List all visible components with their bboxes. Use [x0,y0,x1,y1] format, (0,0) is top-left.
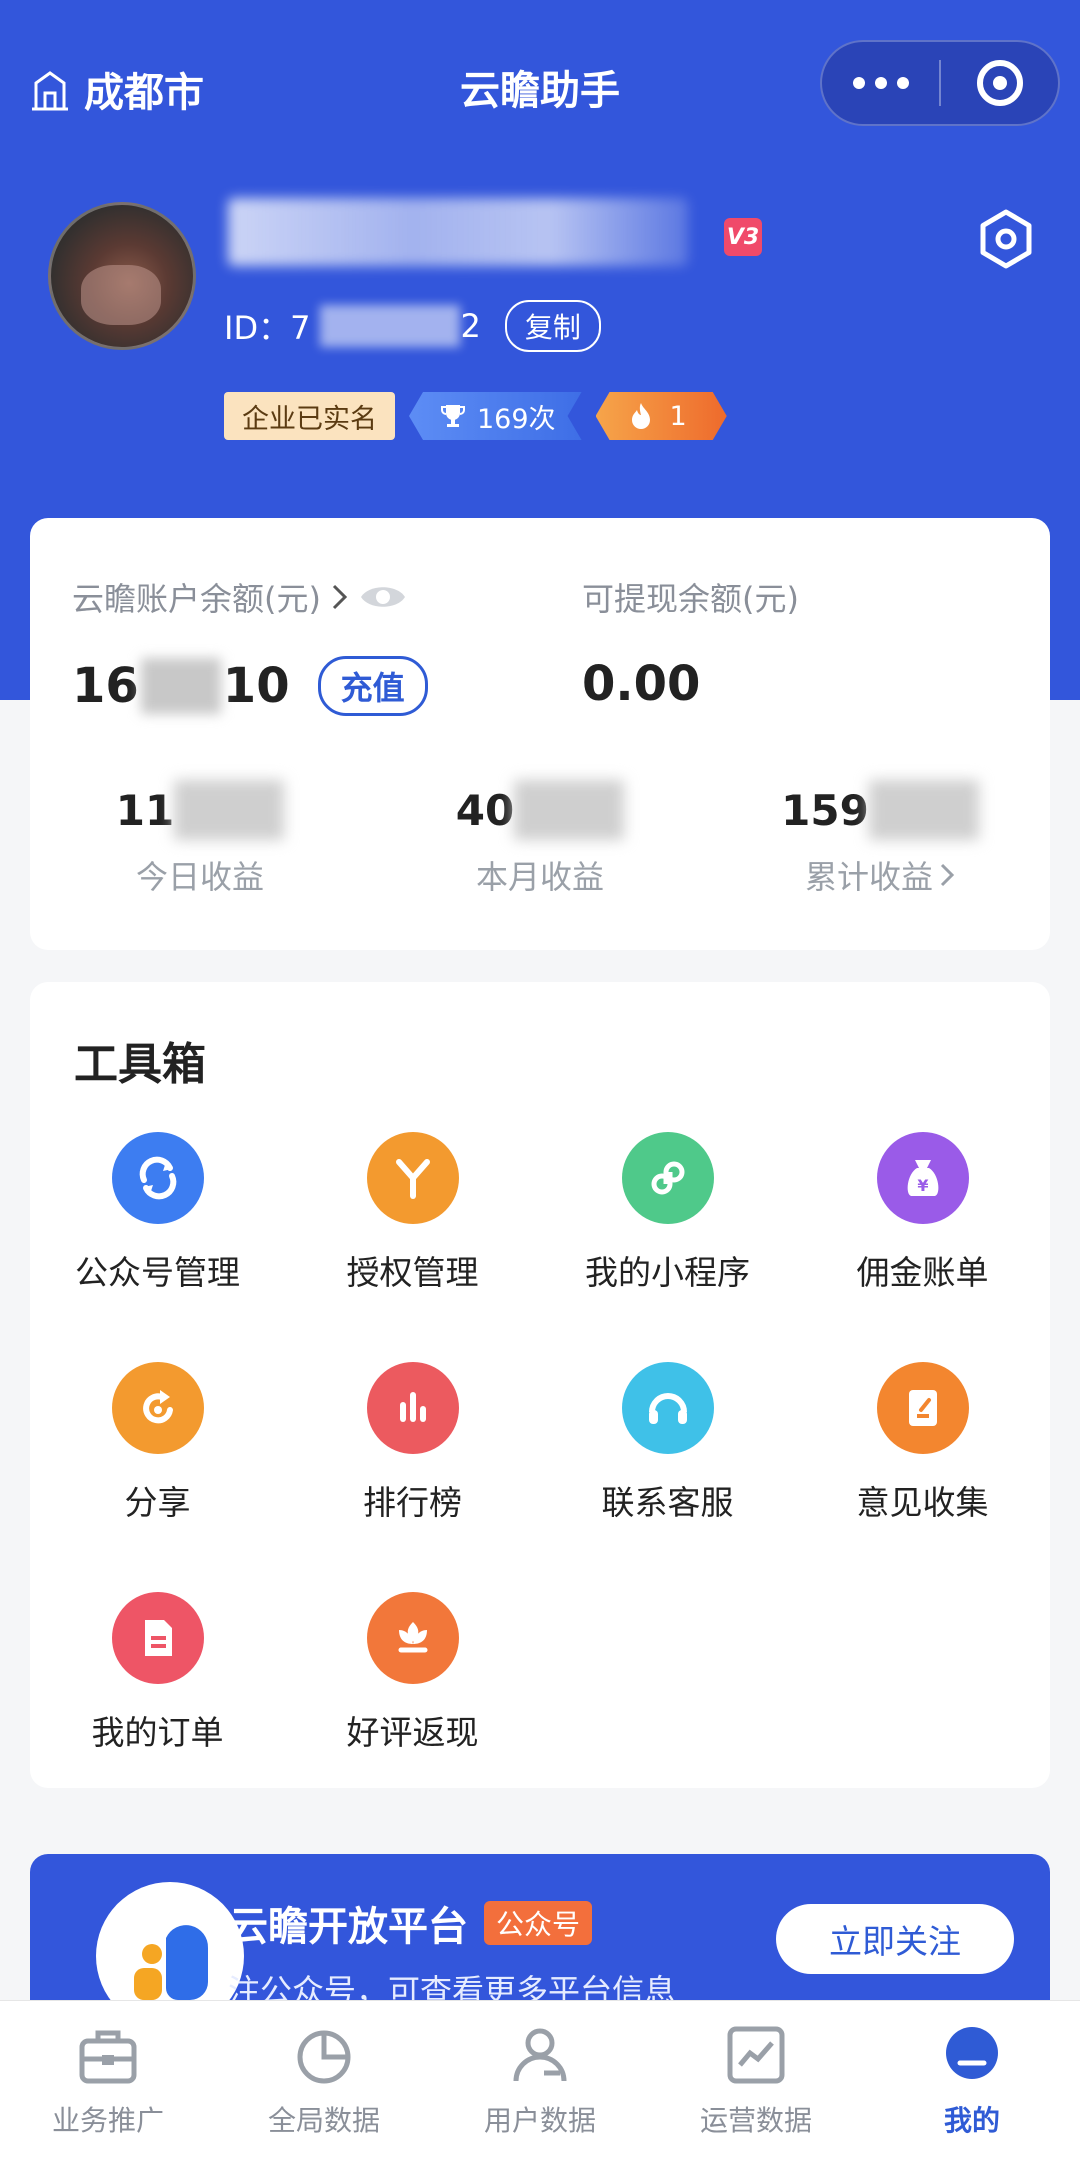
stat-month: 40 本月收益 [370,780,710,898]
money-bag-icon: ¥ [876,1132,969,1224]
username-blurred [228,198,688,266]
share-icon [111,1362,204,1454]
ranking-icon [366,1362,459,1454]
trophy-count: 169次 [477,403,556,435]
profile-tags: 企业已实名 169次 1 [224,392,727,440]
pie-chart-icon [297,2030,351,2084]
tool-ranking[interactable]: 排行榜 [285,1362,540,1524]
feedback-icon [876,1362,969,1454]
tool-orders[interactable]: 我的订单 [30,1592,285,1754]
value-blurred [174,780,285,840]
user-id-suffix: 2 [460,307,481,345]
tool-mini-program[interactable]: 我的小程序 [540,1132,795,1294]
order-icon [111,1592,204,1684]
fire-count: 1 [669,400,687,432]
mini-program-capsule [820,40,1060,126]
user-icon [513,2028,567,2082]
stat-today: 11 今日收益 [30,780,370,898]
authorize-icon [366,1132,459,1224]
fire-tag[interactable]: 1 [596,392,727,440]
tool-customer-service[interactable]: 联系客服 [540,1362,795,1524]
tool-share[interactable]: 分享 [30,1362,285,1524]
verified-tag: 企业已实名 [224,392,395,440]
tool-wechat-account[interactable]: 公众号管理 [30,1132,285,1294]
avatar[interactable] [48,202,196,350]
tool-authorize[interactable]: 授权管理 [285,1132,540,1294]
fire-icon [628,401,654,431]
line-chart-icon [727,2026,785,2084]
tool-label: 公众号管理 [75,1253,240,1292]
balance-blurred [140,658,221,714]
tool-label: 分享 [124,1483,191,1522]
tool-review-cashback[interactable]: 好评返现 [285,1592,540,1754]
value-blurred [514,780,625,840]
user-id-label: ID：7 [224,309,311,347]
target-icon [976,60,1023,106]
svg-text:¥: ¥ [917,1176,928,1195]
briefcase-icon [79,2030,137,2084]
headset-icon [621,1362,714,1454]
toolbox-card: 工具箱 公众号管理 授权管理 我的小程序 ¥ 佣金账单 分享 排行榜 联系客服 … [30,982,1050,1788]
tool-label: 我的订单 [91,1713,224,1752]
more-dot-icon [874,77,887,89]
trophy-icon [439,402,467,430]
chevron-right-icon [332,584,348,610]
tool-feedback[interactable]: 意见收集 [795,1362,1050,1524]
tool-label: 意见收集 [856,1483,989,1522]
flower-icon [366,1592,459,1684]
wechat-account-icon [111,1132,204,1224]
tab-business-promotion[interactable]: 业务推广 [0,2001,216,2166]
withdraw-balance-value: 0.00 [582,656,701,712]
toolbox-title: 工具箱 [74,1039,206,1090]
promo-title-row: 云瞻开放平台 公众号 [228,1894,593,1952]
tool-label: 好评返现 [346,1713,479,1752]
top-bar: 成都市 云瞻助手 [0,40,1080,130]
trophy-tag[interactable]: 169次 [409,392,582,440]
tool-label: 我的小程序 [585,1253,750,1292]
bottom-tab-bar: 业务推广 全局数据 用户数据 运营数据 我的 [0,2000,1080,2166]
chevron-right-icon [940,863,955,887]
settings-icon[interactable] [975,208,1037,270]
promo-tag: 公众号 [484,1901,593,1945]
tab-mine[interactable]: 我的 [864,2001,1080,2166]
account-balance-label[interactable]: 云瞻账户余额(元) [72,574,407,620]
mini-program-icon [621,1132,714,1224]
tool-label: 联系客服 [601,1483,734,1522]
user-id-blurred [320,305,461,347]
account-balance-value: 16 10 充值 [72,656,428,716]
balance-card: 云瞻账户余额(元) 可提现余额(元) 16 10 充值 0.00 11 今日收益… [30,518,1050,950]
more-dot-icon [852,77,865,89]
user-id-row: ID：7 2 复制 [224,300,601,352]
tab-global-data[interactable]: 全局数据 [216,2001,432,2166]
recharge-button[interactable]: 充值 [317,656,428,716]
eye-icon[interactable] [359,582,407,612]
close-button[interactable] [941,60,1058,106]
tool-commission[interactable]: ¥ 佣金账单 [795,1132,1050,1294]
value-blurred [868,780,979,840]
more-dot-icon [896,77,909,89]
copy-id-button[interactable]: 复制 [504,300,601,352]
tab-user-data[interactable]: 用户数据 [432,2001,648,2166]
tool-label: 授权管理 [346,1253,479,1292]
profile-icon [946,2027,998,2079]
follow-button[interactable]: 立即关注 [776,1904,1014,1974]
tool-label: 排行榜 [363,1483,462,1522]
stat-total[interactable]: 159 累计收益 [710,780,1050,898]
tab-operations-data[interactable]: 运营数据 [648,2001,864,2166]
withdraw-balance-label: 可提现余额(元) [582,580,799,618]
tool-label: 佣金账单 [856,1253,989,1292]
promo-title: 云瞻开放平台 [228,1904,468,1950]
vip-badge: V3 [724,218,762,256]
more-button[interactable] [822,77,939,89]
